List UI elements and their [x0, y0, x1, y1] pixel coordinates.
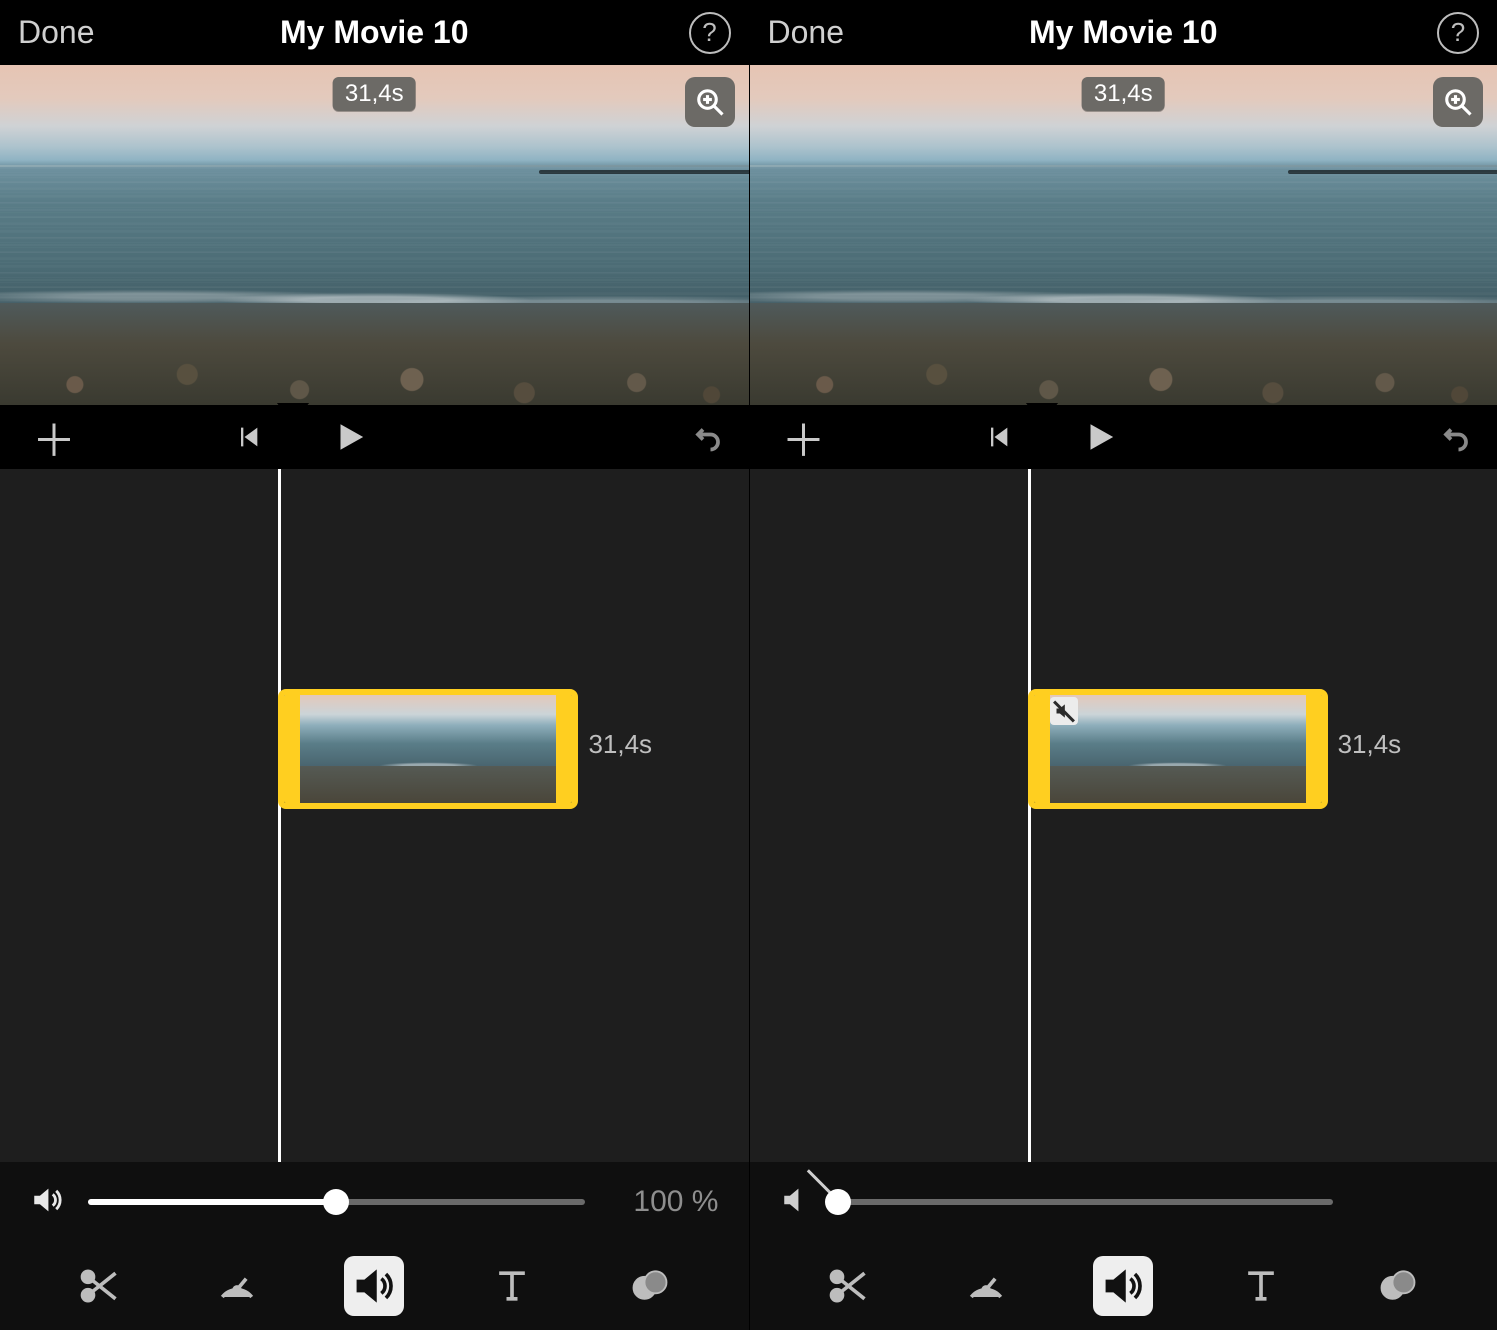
tool-filters[interactable]	[620, 1256, 680, 1316]
volume-slider-fill	[88, 1199, 336, 1205]
play-button[interactable]	[332, 420, 366, 454]
play-button[interactable]	[1082, 420, 1116, 454]
done-button[interactable]: Done	[18, 14, 95, 51]
volume-slider[interactable]	[88, 1199, 585, 1205]
header: Done My Movie 10 ?	[750, 0, 1497, 65]
tool-titles[interactable]	[1231, 1256, 1291, 1316]
play-icon	[1082, 420, 1116, 454]
project-title: My Movie 10	[1029, 14, 1218, 51]
text-icon	[1239, 1264, 1283, 1308]
play-icon	[332, 420, 366, 454]
video-preview[interactable]: 31,4s	[750, 65, 1497, 405]
clip-trim-handle-right[interactable]	[1306, 695, 1322, 803]
scissors-icon	[826, 1264, 870, 1308]
clip-duration-label: 31,4s	[588, 729, 652, 760]
tool-speed[interactable]	[207, 1256, 267, 1316]
clip-trim-handle-left[interactable]	[284, 695, 300, 803]
speedometer-icon	[215, 1264, 259, 1308]
tool-titles[interactable]	[482, 1256, 542, 1316]
volume-slider-thumb[interactable]	[323, 1189, 349, 1215]
undo-icon	[1439, 422, 1473, 452]
speaker-muted-icon[interactable]	[780, 1183, 814, 1222]
speedometer-icon	[964, 1264, 1008, 1308]
duration-badge: 31,4s	[1082, 77, 1165, 111]
clip-trim-handle-left[interactable]	[1034, 695, 1050, 803]
video-preview[interactable]: 31,4s	[0, 65, 749, 405]
speaker-icon[interactable]	[30, 1183, 64, 1222]
timeline-clip[interactable]	[278, 689, 578, 809]
header: Done My Movie 10 ?	[0, 0, 749, 65]
playhead-line[interactable]	[278, 469, 281, 1162]
clip-muted-indicator	[1050, 697, 1078, 725]
editor-pane-left: Done My Movie 10 ? 31,4s ＋	[0, 0, 749, 1330]
timeline[interactable]: 31,4s	[750, 469, 1497, 1162]
tool-trim[interactable]	[818, 1256, 878, 1316]
skip-to-start-button[interactable]	[234, 423, 262, 451]
help-button[interactable]: ?	[689, 12, 731, 54]
timeline[interactable]: 31,4s	[0, 469, 749, 1162]
scissors-icon	[77, 1264, 121, 1308]
magnifier-plus-icon	[695, 87, 725, 117]
magnifier-plus-icon	[1443, 87, 1473, 117]
tool-volume[interactable]	[1093, 1256, 1153, 1316]
filters-icon	[1376, 1264, 1420, 1308]
tool-trim[interactable]	[69, 1256, 129, 1316]
add-media-button[interactable]: ＋	[774, 405, 834, 469]
undo-icon	[691, 422, 725, 452]
volume-slider-thumb[interactable]	[825, 1189, 851, 1215]
editor-pane-right: Done My Movie 10 ? 31,4s ＋	[749, 0, 1497, 1330]
tools-row	[750, 1242, 1497, 1330]
transport-bar: ＋	[750, 405, 1497, 469]
clip-duration-label: 31,4s	[1338, 729, 1402, 760]
speaker-icon	[352, 1264, 396, 1308]
add-media-button[interactable]: ＋	[24, 405, 84, 469]
text-icon	[490, 1264, 534, 1308]
help-button[interactable]: ?	[1437, 12, 1479, 54]
tool-speed[interactable]	[956, 1256, 1016, 1316]
transport-bar: ＋	[0, 405, 749, 469]
duration-badge: 31,4s	[333, 77, 416, 111]
volume-row	[750, 1162, 1497, 1242]
clip-trim-handle-right[interactable]	[556, 695, 572, 803]
filters-icon	[628, 1264, 672, 1308]
volume-row: 100 %	[0, 1162, 749, 1242]
playhead-indicator	[1026, 403, 1058, 423]
done-button[interactable]: Done	[768, 14, 845, 51]
undo-button[interactable]	[1439, 422, 1473, 452]
playhead-indicator	[277, 403, 309, 423]
skip-to-start-button[interactable]	[984, 423, 1012, 451]
tool-filters[interactable]	[1368, 1256, 1428, 1316]
skip-start-icon	[984, 423, 1012, 451]
volume-value: 100 %	[609, 1185, 719, 1219]
playhead-line[interactable]	[1028, 469, 1031, 1162]
undo-button[interactable]	[691, 422, 725, 452]
tool-volume[interactable]	[344, 1256, 404, 1316]
tools-row	[0, 1242, 749, 1330]
skip-start-icon	[234, 423, 262, 451]
zoom-button[interactable]	[685, 77, 735, 127]
speaker-icon	[1101, 1264, 1145, 1308]
volume-slider[interactable]	[838, 1199, 1334, 1205]
project-title: My Movie 10	[280, 14, 469, 51]
zoom-button[interactable]	[1433, 77, 1483, 127]
